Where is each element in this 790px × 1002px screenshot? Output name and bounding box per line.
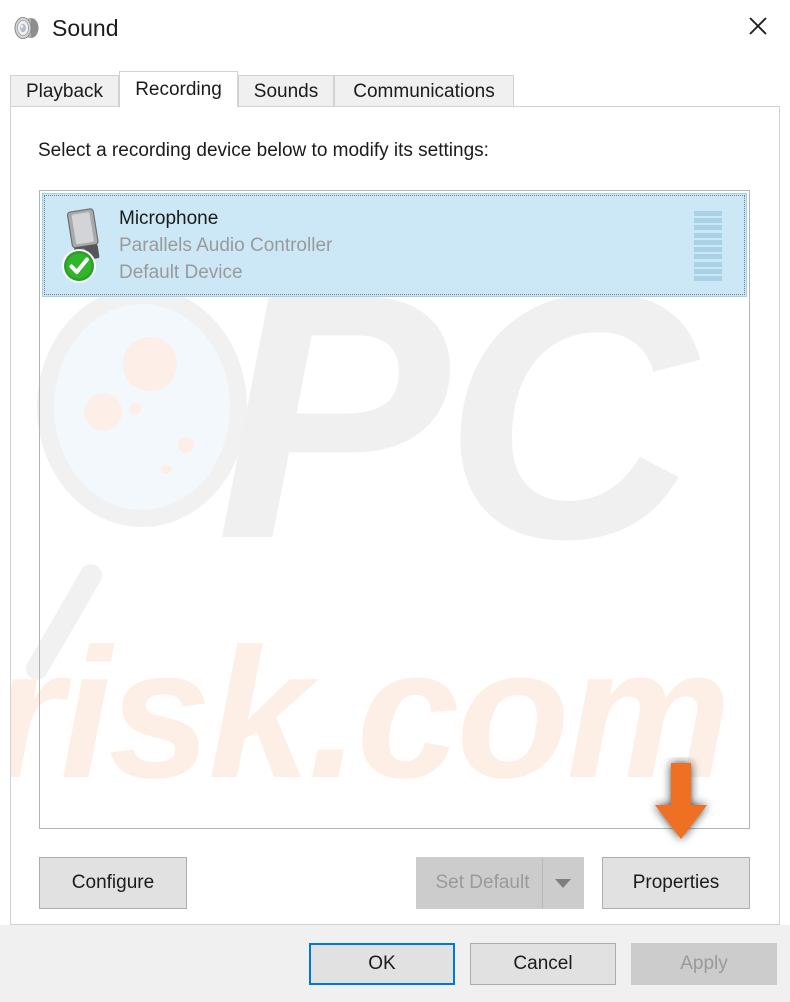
- meter-segment: [694, 268, 722, 274]
- dialog-footer: OK Cancel Apply: [0, 925, 790, 1002]
- recording-device-list[interactable]: Microphone Parallels Audio Controller De…: [39, 190, 750, 829]
- device-list-item-microphone[interactable]: Microphone Parallels Audio Controller De…: [42, 193, 747, 297]
- apply-button-label: Apply: [680, 953, 728, 974]
- cancel-button[interactable]: Cancel: [470, 943, 616, 985]
- meter-segment: [694, 218, 722, 224]
- set-default-button[interactable]: Set Default: [416, 857, 584, 909]
- set-default-button-label: Set Default: [435, 872, 530, 893]
- tab-playback-label: Playback: [25, 80, 104, 102]
- meter-segment: [694, 211, 722, 216]
- meter-segment: [694, 254, 722, 260]
- tab-sounds-label: Sounds: [253, 80, 319, 102]
- tab-strip: Playback Recording Sounds Communications: [10, 71, 780, 108]
- properties-button[interactable]: Properties: [602, 857, 750, 909]
- tab-communications-label: Communications: [353, 80, 495, 102]
- title-bar: Sound: [0, 0, 790, 56]
- chevron-down-icon[interactable]: [542, 858, 583, 908]
- volume-level-meter: [694, 211, 722, 281]
- instruction-text: Select a recording device below to modif…: [38, 140, 489, 161]
- close-icon[interactable]: [726, 0, 790, 52]
- window-title: Sound: [52, 15, 119, 41]
- meter-segment: [694, 247, 722, 253]
- microphone-icon: [59, 206, 117, 286]
- configure-button-label: Configure: [71, 872, 155, 893]
- tab-sounds[interactable]: Sounds: [238, 75, 334, 107]
- tab-playback[interactable]: Playback: [10, 75, 119, 107]
- apply-button[interactable]: Apply: [631, 943, 777, 985]
- tab-communications[interactable]: Communications: [334, 75, 514, 107]
- device-text-block: Microphone Parallels Audio Controller De…: [119, 205, 332, 286]
- meter-segment: [694, 275, 722, 281]
- tab-recording[interactable]: Recording: [119, 71, 238, 108]
- sound-dialog: Sound Playback Recording Sounds Communic…: [0, 0, 790, 1002]
- device-driver: Parallels Audio Controller: [119, 235, 333, 256]
- ok-button-label: OK: [368, 953, 396, 974]
- meter-segment: [694, 232, 722, 238]
- configure-button[interactable]: Configure: [39, 857, 187, 909]
- meter-segment: [694, 261, 722, 267]
- recording-tab-panel: PC risk.com Select a recording device be…: [10, 106, 780, 925]
- meter-segment: [694, 239, 722, 245]
- tab-recording-label: Recording: [135, 78, 222, 100]
- ok-button[interactable]: OK: [309, 943, 455, 985]
- device-status: Default Device: [119, 262, 243, 283]
- speaker-icon: [12, 12, 44, 44]
- meter-segment: [694, 225, 722, 231]
- cancel-button-label: Cancel: [513, 953, 573, 974]
- device-name: Microphone: [119, 208, 219, 229]
- properties-button-label: Properties: [632, 872, 720, 893]
